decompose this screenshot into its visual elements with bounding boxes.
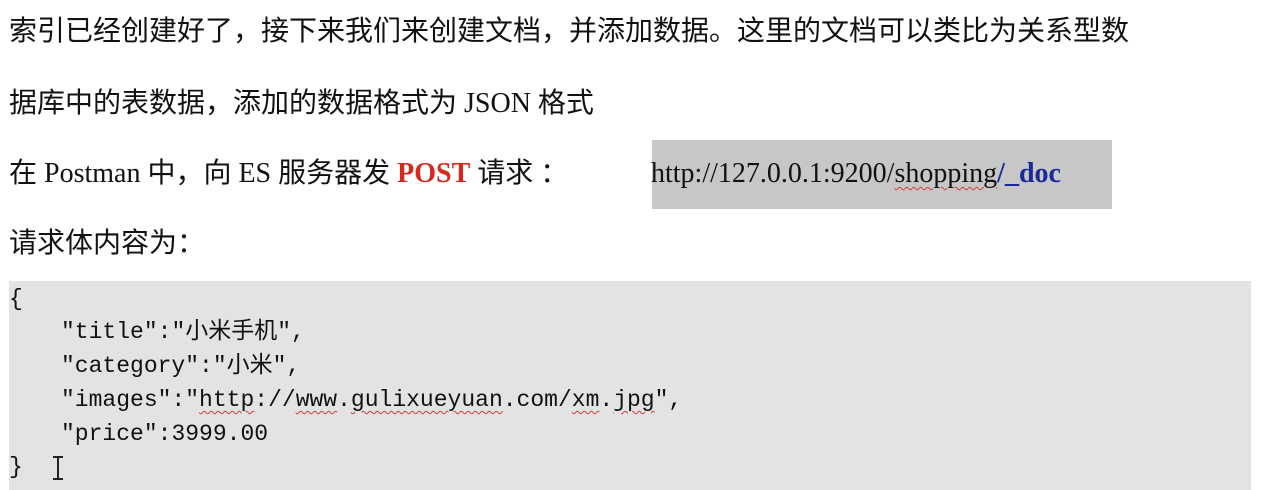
- json-key-price: "price": [61, 421, 158, 447]
- json-value-images: "http://www.gulixueyuan.com/xm.jpg": [185, 387, 668, 413]
- url-doc: _doc: [1004, 158, 1061, 189]
- code-line-price: "price":3999.00: [61, 421, 269, 447]
- text-cursor-icon: [51, 456, 65, 480]
- request-url: http://127.0.0.1:9200/shopping/_doc: [651, 156, 1061, 192]
- url-base: http://127.0.0.1:9200/: [651, 158, 895, 189]
- http-method: POST: [397, 158, 471, 189]
- paragraph-body-intro: 请求体内容为：: [9, 228, 206, 259]
- request-prefix: 在 Postman 中，向 ES 服务器发: [9, 158, 398, 189]
- url-slash: /: [997, 158, 1005, 189]
- paragraph-request: 在 Postman 中，向 ES 服务器发 POST 请求 ：: [9, 156, 568, 192]
- paragraph-intro-line1: 索引已经创建好了，接下来我们来创建文档，并添加数据。这里的文档可以类比为关系型数: [9, 16, 1130, 47]
- json-key-title: "title": [61, 319, 158, 345]
- json-value-category: "小米": [212, 353, 287, 379]
- images-dot2: .: [599, 387, 614, 413]
- code-close-brace: }: [9, 454, 23, 480]
- json-value-title: "小米手机": [171, 319, 292, 345]
- images-dot1: .: [337, 387, 351, 413]
- paragraph-intro-line2: 据库中的表数据，添加的数据格式为 JSON 格式: [9, 88, 594, 119]
- images-file: xm: [571, 387, 600, 413]
- images-quote-open: ": [185, 387, 200, 413]
- images-www: www: [295, 387, 338, 413]
- json-key-images: "images": [61, 387, 172, 413]
- request-suffix: 请求 ：: [470, 158, 569, 189]
- json-value-price: 3999.00: [171, 421, 269, 447]
- images-http: http: [199, 387, 255, 413]
- code-line-category: "category":"小米",: [61, 353, 301, 379]
- images-ext: jpg: [613, 387, 655, 413]
- images-quote-close: ": [654, 387, 669, 413]
- json-key-category: "category": [61, 353, 200, 379]
- url-index: shopping: [894, 158, 998, 189]
- images-tld: .com/: [502, 387, 572, 413]
- code-line-title: "title":"小米手机",: [61, 319, 305, 345]
- code-line-images: "images":"http://www.gulixueyuan.com/xm.…: [61, 387, 683, 413]
- images-sep: ://: [254, 387, 296, 413]
- images-domain: gulixueyuan: [350, 387, 503, 413]
- code-open-brace: {: [9, 286, 23, 312]
